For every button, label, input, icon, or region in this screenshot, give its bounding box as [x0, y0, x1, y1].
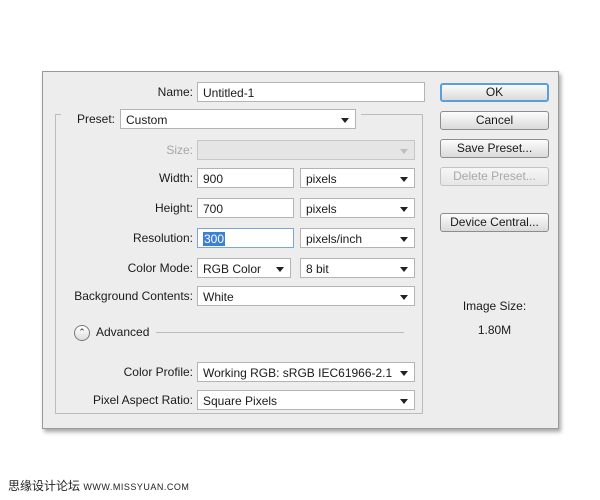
resolution-value: 300 [203, 232, 226, 246]
height-unit-dropdown[interactable]: pixels [300, 198, 415, 218]
group-top-line-right [361, 114, 422, 115]
chevron-down-icon [400, 399, 408, 404]
width-input[interactable]: 900 [197, 168, 294, 188]
color-profile-label: Color Profile: [123, 365, 193, 379]
advanced-collapse-icon[interactable]: ⌃ [74, 325, 90, 341]
chevron-down-icon [400, 267, 408, 272]
color-mode-value: RGB Color [203, 262, 262, 276]
delete-preset-button[interactable]: Delete Preset... [440, 167, 549, 186]
preset-dropdown[interactable]: Custom [120, 109, 356, 129]
preset-label: Preset: [76, 112, 115, 126]
chevron-down-icon [400, 295, 408, 300]
device-central-button[interactable]: Device Central... [440, 213, 549, 232]
chevron-down-icon [400, 149, 408, 154]
bit-depth-value: 8 bit [306, 262, 329, 276]
color-profile-value: Working RGB: sRGB IEC61966-2.1 [203, 366, 393, 380]
save-preset-button[interactable]: Save Preset... [440, 139, 549, 158]
height-input[interactable]: 700 [197, 198, 294, 218]
cancel-button[interactable]: Cancel [440, 111, 549, 130]
size-dropdown[interactable] [197, 140, 415, 160]
new-document-dialog: Name: Untitled-1 Preset: Custom Size: Wi… [42, 71, 559, 429]
width-label: Width: [158, 171, 193, 185]
resolution-label: Resolution: [132, 231, 193, 245]
chevron-down-icon [400, 177, 408, 182]
group-top-line-left [55, 114, 61, 115]
bit-depth-dropdown[interactable]: 8 bit [300, 258, 415, 278]
chevron-down-icon [341, 118, 349, 123]
image-size-value: 1.80M [477, 323, 512, 337]
background-contents-dropdown[interactable]: White [197, 286, 415, 306]
chevron-down-icon [400, 207, 408, 212]
resolution-unit-value: pixels/inch [306, 232, 363, 246]
advanced-divider [156, 332, 404, 333]
background-contents-label: Background Contents: [74, 289, 193, 303]
width-unit-value: pixels [306, 172, 337, 186]
color-profile-dropdown[interactable]: Working RGB: sRGB IEC61966-2.1 [197, 362, 415, 382]
watermark: 思缘设计论坛 WWW.MISSYUAN.COM [8, 477, 189, 494]
image-size-label: Image Size: [462, 299, 527, 313]
name-label: Name: [157, 85, 193, 99]
chevron-down-icon [276, 267, 284, 272]
pixel-aspect-ratio-value: Square Pixels [203, 394, 278, 408]
ok-button[interactable]: OK [440, 83, 549, 102]
height-label: Height: [154, 201, 193, 215]
chevron-down-icon [400, 371, 408, 376]
chevron-down-icon [400, 237, 408, 242]
resolution-input[interactable]: 300 [197, 228, 294, 248]
preset-value: Custom [126, 113, 168, 127]
background-contents-value: White [203, 290, 234, 304]
color-mode-label: Color Mode: [127, 261, 193, 275]
size-label: Size: [166, 143, 193, 157]
name-input[interactable]: Untitled-1 [197, 82, 425, 102]
width-unit-dropdown[interactable]: pixels [300, 168, 415, 188]
color-mode-dropdown[interactable]: RGB Color [197, 258, 291, 278]
pixel-aspect-ratio-dropdown[interactable]: Square Pixels [197, 390, 415, 410]
resolution-unit-dropdown[interactable]: pixels/inch [300, 228, 415, 248]
watermark-url: WWW.MISSYUAN.COM [83, 482, 190, 492]
advanced-label: Advanced [96, 325, 150, 339]
pixel-aspect-ratio-label: Pixel Aspect Ratio: [92, 393, 193, 407]
watermark-chinese: 思缘设计论坛 [8, 479, 81, 493]
height-unit-value: pixels [306, 202, 337, 216]
